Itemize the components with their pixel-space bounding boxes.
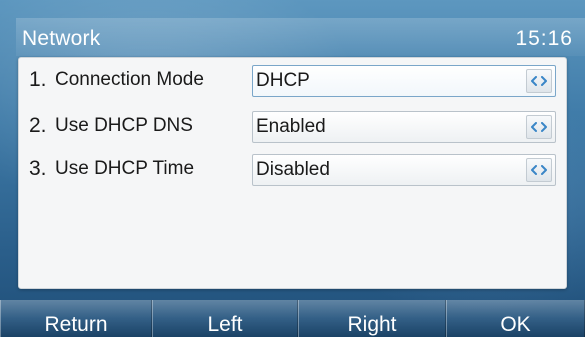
left-right-arrows-icon[interactable]	[526, 69, 552, 93]
left-softkey[interactable]: Left	[152, 300, 298, 337]
use-dhcp-time-select[interactable]: Disabled	[252, 154, 556, 186]
right-softkey[interactable]: Right	[298, 300, 446, 337]
setting-row-use-dhcp-time[interactable]: 3. Use DHCP Time Disabled	[19, 151, 566, 189]
row-label: Connection Mode	[55, 69, 204, 90]
left-right-arrows-icon[interactable]	[526, 115, 552, 139]
select-value: Disabled	[256, 159, 330, 180]
row-label: Use DHCP Time	[55, 158, 195, 179]
setting-row-connection-mode[interactable]: 1. Connection Mode DHCP	[19, 62, 566, 100]
select-value: Enabled	[256, 116, 326, 137]
row-number: 2.	[29, 114, 47, 137]
row-number: 1.	[29, 68, 47, 91]
select-value: DHCP	[256, 70, 310, 91]
title-bar	[16, 18, 585, 56]
left-right-arrows-icon[interactable]	[526, 158, 552, 182]
clock: 15:16	[515, 27, 573, 50]
return-softkey[interactable]: Return	[0, 300, 152, 337]
setting-row-use-dhcp-dns[interactable]: 2. Use DHCP DNS Enabled	[19, 108, 566, 146]
row-label: Use DHCP DNS	[55, 115, 193, 136]
softkey-bar: Return Left Right OK	[0, 300, 585, 337]
use-dhcp-dns-select[interactable]: Enabled	[252, 111, 556, 143]
row-number: 3.	[29, 157, 47, 180]
ok-softkey[interactable]: OK	[446, 300, 585, 337]
settings-panel: 1. Connection Mode DHCP 2. Use DHCP DNS …	[18, 57, 567, 289]
connection-mode-select[interactable]: DHCP	[252, 65, 556, 97]
phone-screen: Network 15:16 1. Connection Mode DHCP 2.…	[0, 0, 585, 337]
page-title: Network	[22, 27, 101, 50]
